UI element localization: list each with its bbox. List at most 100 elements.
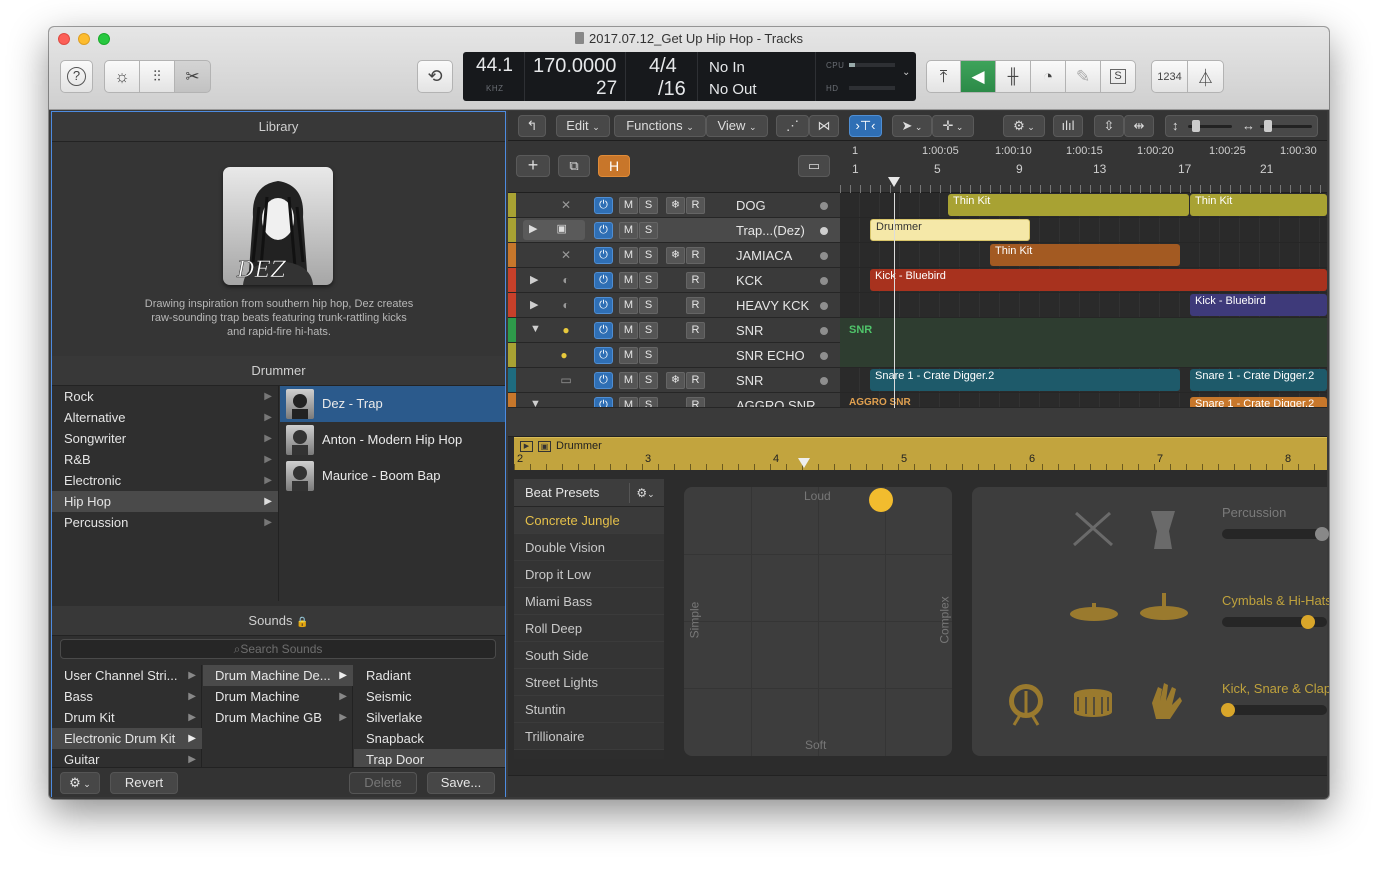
- slider-knob[interactable]: [1315, 527, 1329, 541]
- right-tool-menu[interactable]: ✛ ⌄: [932, 115, 974, 137]
- mute-button[interactable]: M: [619, 347, 638, 364]
- lcd-display[interactable]: 44.1 KHZ 170.0000 27 4/4 /16 No In No Ou…: [463, 52, 916, 101]
- track-header[interactable]: ▭ ⏻ M S ❄ R SNR: [508, 368, 840, 393]
- freeze-button[interactable]: ❄: [666, 372, 685, 389]
- genre-item-selected[interactable]: Hip Hop ▶: [52, 491, 278, 512]
- slider-knob[interactable]: [1221, 703, 1235, 717]
- sound-subcategory[interactable]: Drum Machine ▶: [203, 686, 353, 707]
- preset-item[interactable]: Trillionaire: [514, 723, 664, 750]
- hide-tracks-button[interactable]: H: [598, 155, 630, 177]
- track-header[interactable]: ✕ ⏻ M S ❄ R JAMIACA: [508, 243, 840, 268]
- region-kick-bluebird[interactable]: Kick - Bluebird: [870, 269, 1327, 291]
- mixer-button[interactable]: ⫶⫶: [139, 60, 175, 93]
- xy-puck[interactable]: [869, 488, 893, 512]
- on-off-button[interactable]: ⏻: [594, 272, 613, 289]
- view-menu[interactable]: View ⌄: [706, 115, 768, 137]
- save-button[interactable]: Save...: [427, 772, 495, 794]
- mute-button[interactable]: M: [619, 272, 638, 289]
- disclosure-triangle-icon[interactable]: ▶ ▣: [523, 220, 585, 240]
- duplicate-track-button[interactable]: ⧉: [558, 155, 590, 177]
- region-snare-crate-digger[interactable]: Snare 1 - Crate Digger.2: [1190, 369, 1327, 391]
- xy-pad[interactable]: Loud Soft Simple Complex: [684, 487, 952, 756]
- flex-button[interactable]: ⋈: [809, 115, 839, 137]
- genre-item[interactable]: R&B ▶: [52, 449, 278, 470]
- sound-category[interactable]: User Channel Stri... ▶: [52, 665, 202, 686]
- track-header[interactable]: ▶ ◐ ⏻ M S R KCK: [508, 268, 840, 293]
- preset-item[interactable]: Stuntin: [514, 696, 664, 723]
- on-off-button[interactable]: ⏻: [594, 347, 613, 364]
- vertical-zoom-slider[interactable]: [1188, 120, 1232, 132]
- sound-subcategory-selected[interactable]: Drum Machine De... ▶: [203, 665, 353, 686]
- on-off-button[interactable]: ⏻: [594, 322, 613, 339]
- track-header[interactable]: ▼ ⏻ M S R AGGRO SNR: [508, 393, 840, 408]
- automation-button[interactable]: ⋰: [776, 115, 809, 137]
- solo-button[interactable]: S: [639, 272, 658, 289]
- cymbals-slider[interactable]: [1222, 615, 1327, 629]
- lcd-menu-chevron-icon[interactable]: ⌄: [902, 67, 910, 78]
- preset-item[interactable]: Double Vision: [514, 534, 664, 561]
- genre-item[interactable]: Percussion ▶: [52, 512, 278, 533]
- genre-item[interactable]: Alternative ▶: [52, 407, 278, 428]
- track-header[interactable]: ▶ ◐ ⏻ M S R HEAVY KCK: [508, 293, 840, 318]
- drummer-item[interactable]: Anton - Modern Hip Hop: [280, 422, 505, 458]
- metronome-gauge-button[interactable]: ◔: [1030, 60, 1066, 93]
- solo-button[interactable]: S: [1100, 60, 1136, 93]
- mute-button[interactable]: M: [619, 397, 638, 407]
- sound-preset[interactable]: Silverlake: [354, 707, 505, 728]
- play-region-icon[interactable]: ▶: [520, 441, 533, 452]
- preset-item-selected[interactable]: Concrete Jungle: [514, 507, 664, 534]
- drummer-item[interactable]: Maurice - Boom Bap: [280, 458, 505, 494]
- metronome-button[interactable]: ⏃: [1187, 60, 1224, 93]
- horizontal-fit-button[interactable]: ⇹: [1124, 115, 1154, 137]
- record-enable-button[interactable]: R: [686, 197, 705, 214]
- disclosure-triangle-icon[interactable]: ▶: [530, 273, 538, 286]
- sound-subcategory[interactable]: Drum Machine GB ▶: [203, 707, 353, 728]
- freeze-button[interactable]: ❄: [666, 247, 685, 264]
- solo-button[interactable]: S: [639, 222, 658, 239]
- count-in-button[interactable]: 1234: [1151, 60, 1188, 93]
- speaker-button[interactable]: ◀: [960, 60, 996, 93]
- preset-item[interactable]: Drop it Low: [514, 561, 664, 588]
- on-off-button[interactable]: ⏻: [594, 397, 613, 407]
- revert-button[interactable]: Revert: [110, 772, 178, 794]
- vertical-fit-button[interactable]: ⇳: [1094, 115, 1124, 137]
- low-latency-button[interactable]: ✎: [1065, 60, 1101, 93]
- horizontal-zoom-slider[interactable]: [1260, 120, 1312, 132]
- region-snare-crate-digger[interactable]: Snare 1 - Crate Digger.2: [1190, 397, 1327, 407]
- waveform-zoom-button[interactable]: ılıl: [1053, 115, 1083, 137]
- sound-preset[interactable]: Snapback: [354, 728, 505, 749]
- mute-button[interactable]: M: [619, 372, 638, 389]
- preset-item[interactable]: Miami Bass: [514, 588, 664, 615]
- sound-category[interactable]: Drum Kit ▶: [52, 707, 202, 728]
- freeze-button[interactable]: ❄: [666, 197, 685, 214]
- record-enable-button[interactable]: R: [686, 272, 705, 289]
- track-header[interactable]: ✕ ⏻ M S ❄ R DOG: [508, 193, 840, 218]
- mute-button[interactable]: M: [619, 197, 638, 214]
- mute-button[interactable]: M: [619, 297, 638, 314]
- search-sounds-input[interactable]: ⌕Search Sounds: [60, 639, 496, 659]
- mute-button[interactable]: M: [619, 322, 638, 339]
- region-thin-kit[interactable]: Thin Kit: [990, 244, 1180, 266]
- add-track-button[interactable]: +: [516, 155, 550, 177]
- drummer-region-ruler[interactable]: ▶ ▣ Drummer 2 3 4 5 6 7 8: [514, 437, 1327, 470]
- slider-knob[interactable]: [1301, 615, 1315, 629]
- quick-help-button[interactable]: ?: [60, 60, 93, 93]
- record-enable-button[interactable]: R: [686, 297, 705, 314]
- track-header-selected[interactable]: ▶ ▣ ⏻ M S Trap...(Dez): [508, 218, 840, 243]
- snap-settings-button[interactable]: ⚙ ⌄: [1003, 115, 1045, 137]
- on-off-button[interactable]: ⏻: [594, 197, 613, 214]
- disclosure-triangle-down-icon[interactable]: ▼: [530, 323, 541, 335]
- library-action-button[interactable]: ⚙ ⌄: [60, 772, 100, 794]
- tuner-button[interactable]: ╫: [995, 60, 1031, 93]
- record-enable-button[interactable]: R: [686, 372, 705, 389]
- solo-button[interactable]: S: [639, 397, 658, 407]
- edit-menu[interactable]: Edit ⌄: [556, 115, 610, 137]
- record-enable-button[interactable]: R: [686, 322, 705, 339]
- on-off-button[interactable]: ⏻: [594, 222, 613, 239]
- up-level-button[interactable]: ↰: [518, 115, 546, 137]
- disclosure-triangle-down-icon[interactable]: ▼: [530, 398, 541, 407]
- replace-button[interactable]: ⤒: [926, 60, 961, 93]
- global-tracks-button[interactable]: ▭: [798, 155, 830, 177]
- on-off-button[interactable]: ⏻: [594, 247, 613, 264]
- drummer-item-selected[interactable]: Dez - Trap: [280, 386, 505, 422]
